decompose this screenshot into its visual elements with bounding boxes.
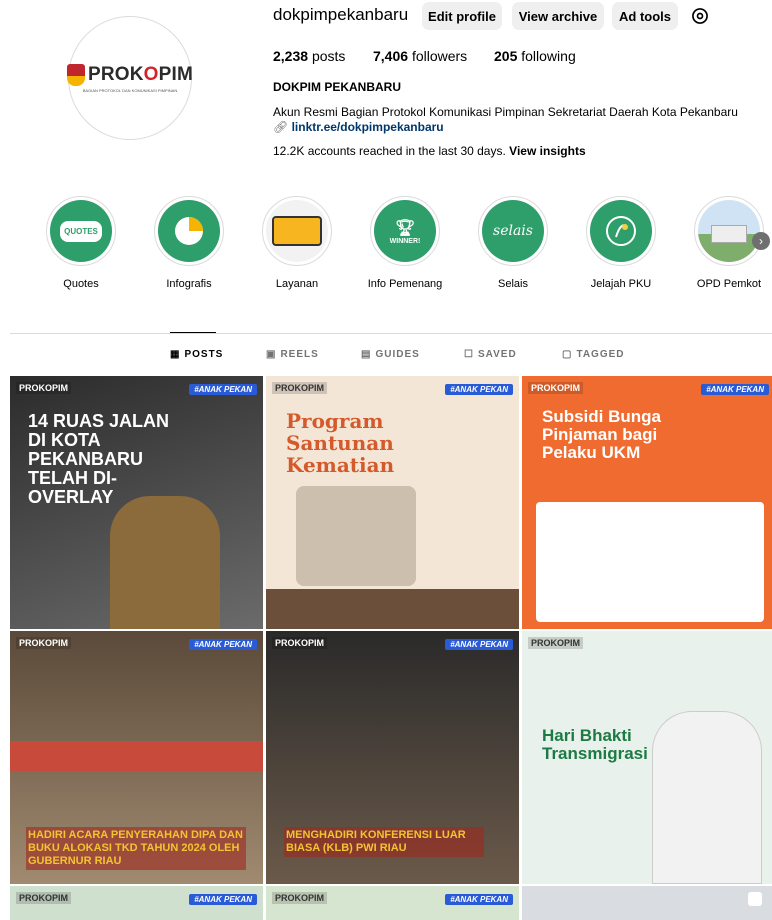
building-icon [698, 200, 760, 262]
post-tile[interactable]: PROKOPIM #ANAK PEKAN MENGHADIRI KONFEREN… [266, 631, 519, 884]
post-tile[interactable] [522, 886, 772, 920]
stage-banner [10, 741, 263, 771]
prokopim-logo: PROKOPIM BAGIAN PROTOKOL DAN KOMUNIKASI … [66, 63, 194, 93]
tagged-icon: ▢ [562, 349, 573, 360]
following-stat[interactable]: 205 following [494, 48, 576, 64]
posts-stat: 2,238 posts [273, 48, 345, 64]
brand-badge: PROKOPIM [272, 382, 328, 394]
official-portrait [652, 711, 762, 884]
logo-subtext: BAGIAN PROTOKOL DAN KOMUNIKASI PIMPINAN [82, 87, 178, 93]
quotes-icon: QUOTES [50, 200, 112, 262]
anak-pekan-tag: #ANAK PEKAN [445, 894, 513, 905]
trophy-icon: 🏆︎ WINNER! [374, 200, 436, 262]
tab-saved[interactable]: ☐ SAVED [464, 349, 517, 360]
anak-pekan-tag: #ANAK PEKAN [701, 384, 769, 395]
highlight-label: Jelajah PKU [590, 278, 652, 290]
profile-link-text[interactable]: linktr.ee/dokpimpekanbaru [292, 120, 444, 134]
tab-posts[interactable]: ▦ POSTS [170, 349, 223, 360]
grid-icon: ▦ [170, 349, 181, 360]
reach-summary: 12.2K accounts reached in the last 30 da… [273, 144, 586, 158]
highlight-jelajah-pku[interactable]: Jelajah PKU [577, 196, 665, 290]
post-tile[interactable]: PROKOPIM #ANAK PEKAN Program Santunan Ke… [266, 376, 519, 629]
link-icon: 🔗︎ [273, 120, 289, 134]
tab-reels[interactable]: ▣ REELS [266, 349, 319, 360]
carousel-icon [748, 892, 762, 906]
post-title: HADIRI ACARA PENYERAHAN DIPA DAN BUKU AL… [26, 827, 246, 870]
layanan-icon [266, 200, 328, 262]
selais-icon: selais [482, 200, 544, 262]
anak-pekan-tag: #ANAK PEKAN [189, 894, 257, 905]
guides-icon: ▤ [361, 349, 372, 360]
profile-link[interactable]: 🔗︎ linktr.ee/dokpimpekanbaru [273, 120, 444, 134]
reels-icon: ▣ [266, 349, 277, 360]
bookmark-icon: ☐ [464, 349, 474, 360]
highlight-info-pemenang[interactable]: 🏆︎ WINNER! Info Pemenang [361, 196, 449, 290]
post-tile[interactable]: PROKOPIM #ANAK PEKAN [266, 886, 519, 920]
reach-text: 12.2K accounts reached in the last 30 da… [273, 144, 506, 158]
settings-gear-icon[interactable] [690, 6, 710, 26]
highlight-selais[interactable]: selais Selais [469, 196, 557, 290]
post-title: Program Santunan Kematian [286, 409, 395, 477]
ad-tools-button[interactable]: Ad tools [612, 2, 678, 30]
post-title: 14 RUAS JALAN DI KOTA PEKANBARU TELAH DI… [28, 411, 170, 507]
profile-avatar[interactable]: PROKOPIM BAGIAN PROTOKOL DAN KOMUNIKASI … [66, 16, 194, 140]
posts-count: 2,238 [273, 48, 309, 64]
brand-badge: PROKOPIM [272, 637, 328, 649]
following-label: following [521, 48, 576, 64]
followers-label: followers [411, 48, 468, 64]
brand-badge: PROKOPIM [272, 892, 328, 904]
anak-pekan-tag: #ANAK PEKAN [189, 639, 257, 650]
tab-tagged[interactable]: ▢ TAGGED [562, 349, 625, 360]
bio-text: Akun Resmi Bagian Protokol Komunikasi Pi… [273, 105, 738, 119]
username: dokpimpekanbaru [273, 5, 409, 24]
brand-badge: PROKOPIM [528, 382, 584, 394]
infografis-icon [158, 200, 220, 262]
highlight-label: OPD Pemkot [696, 278, 762, 290]
highlight-label: Infografis [166, 278, 212, 290]
tab-guides[interactable]: ▤ GUIDES [361, 349, 420, 360]
brand-badge: PROKOPIM [528, 637, 584, 649]
post-tile[interactable]: PROKOPIM #ANAK PEKAN 14 RUAS JALAN DI KO… [10, 376, 263, 629]
full-name: DOKPIM PEKANBARU [273, 80, 402, 94]
post-title: MENGHADIRI KONFERENSI LUAR BIASA (KLB) P… [284, 827, 484, 857]
emblem-icon [66, 63, 85, 86]
person-photo [110, 496, 220, 629]
active-tab-indicator [170, 332, 216, 333]
brand-badge: PROKOPIM [16, 637, 72, 649]
brand-badge: PROKOPIM [16, 892, 72, 904]
chevron-right-icon[interactable]: › [752, 232, 770, 250]
highlight-layanan[interactable]: Layanan [253, 196, 341, 290]
anak-pekan-tag: #ANAK PEKAN [445, 384, 513, 395]
post-title: Hari Bhakti Transmigrasi [542, 726, 648, 763]
highlight-label: Quotes [63, 278, 99, 290]
highlight-label: Info Pemenang [367, 278, 443, 290]
highlight-quotes[interactable]: QUOTES Quotes [37, 196, 125, 290]
post-title: Subsidi Bunga Pinjaman bagi Pelaku UKM [542, 407, 661, 462]
highlight-infografis[interactable]: Infografis [145, 196, 233, 290]
posts-label: posts [311, 48, 346, 64]
brand-badge: PROKOPIM [16, 382, 72, 394]
post-tile[interactable]: PROKOPIM #ANAK PEKAN HADIRI ACARA PENYER… [10, 631, 263, 884]
logo-text: PROKOPIM [87, 63, 194, 85]
post-tile[interactable]: PROKOPIM #ANAK PEKAN [10, 886, 263, 920]
view-insights-link[interactable]: View insights [509, 144, 585, 158]
highlight-label: Selais [498, 278, 528, 290]
post-tile[interactable]: PROKOPIM Hari Bhakti Transmigrasi [522, 631, 772, 884]
post-tile[interactable]: PROKOPIM #ANAK PEKAN Subsidi Bunga Pinja… [522, 376, 772, 629]
footer-band [266, 589, 519, 629]
followers-count: 7,406 [373, 48, 409, 64]
view-archive-button[interactable]: View archive [512, 2, 604, 30]
following-count: 205 [494, 48, 518, 64]
highlight-label: Layanan [275, 278, 319, 290]
anak-pekan-tag: #ANAK PEKAN [445, 639, 513, 650]
program-list-card [536, 502, 764, 622]
tabs-divider [10, 333, 772, 334]
anak-pekan-tag: #ANAK PEKAN [189, 384, 257, 395]
jelajah-icon [590, 200, 652, 262]
followers-stat[interactable]: 7,406 followers [373, 48, 467, 64]
edit-profile-button[interactable]: Edit profile [422, 2, 502, 30]
family-illustration [296, 486, 416, 586]
